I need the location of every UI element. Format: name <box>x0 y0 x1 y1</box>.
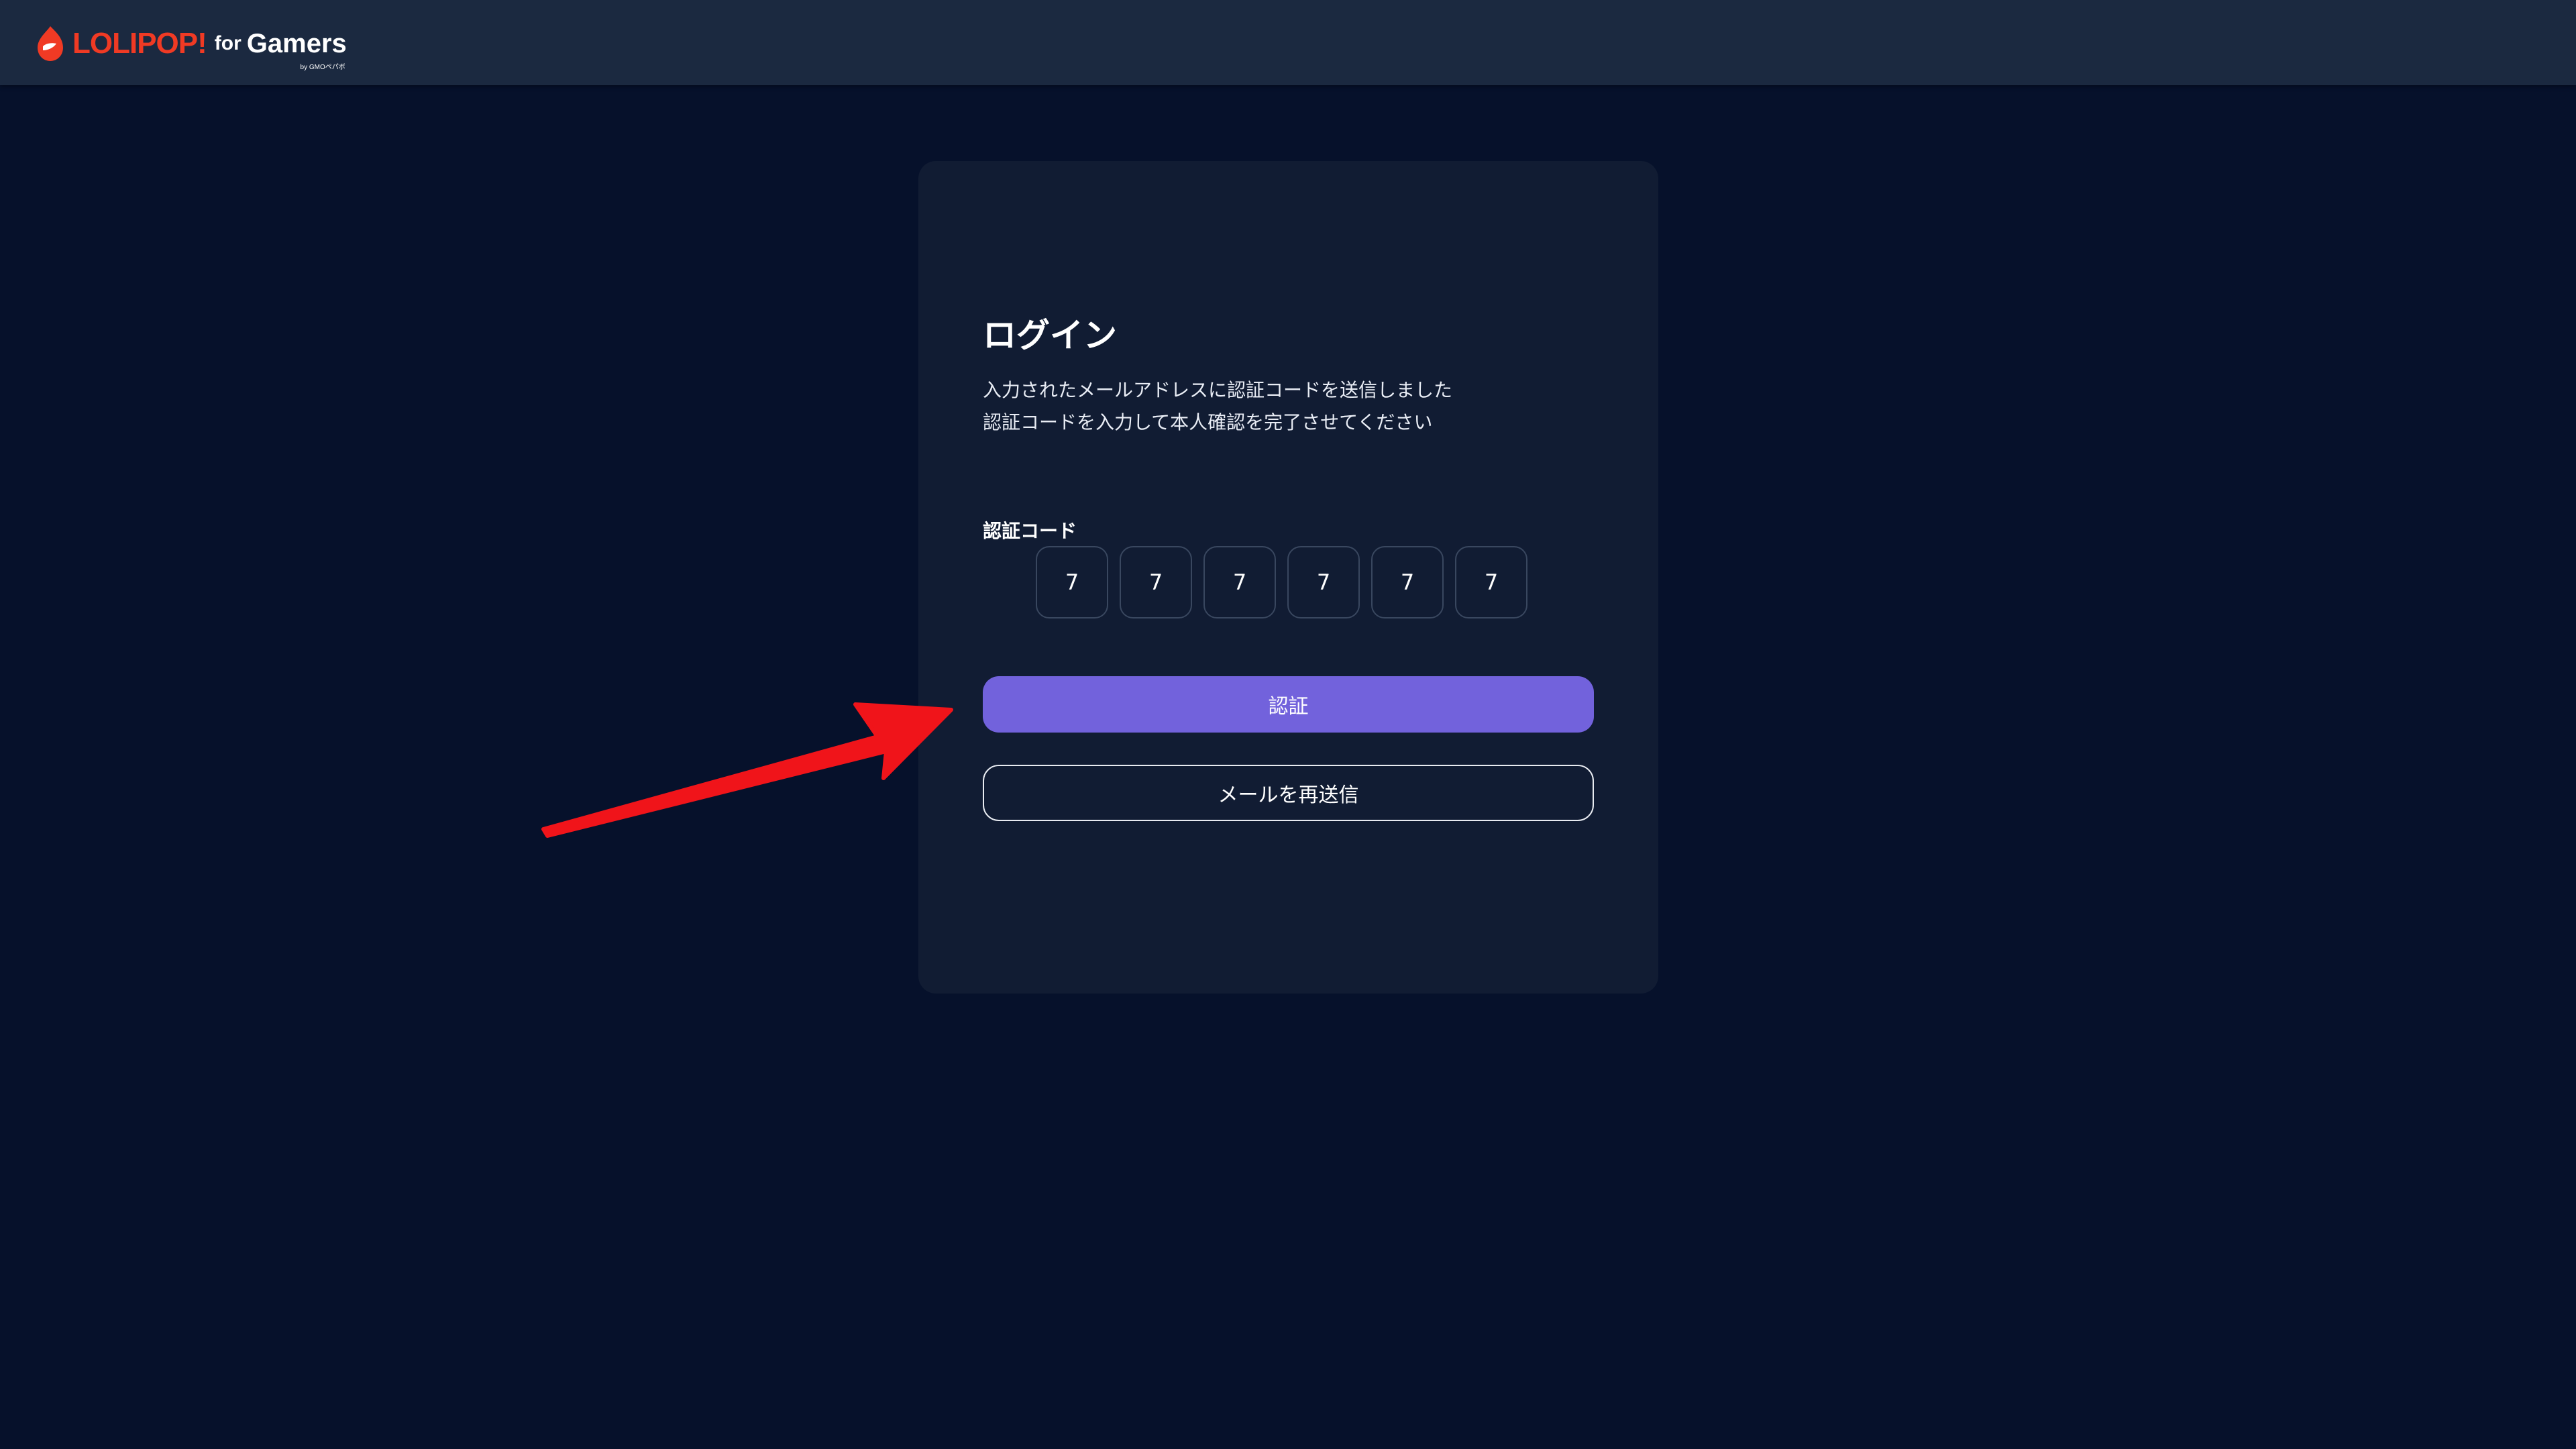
logo-byline-text: by GMOペパボ <box>300 63 345 71</box>
description-line-2: 認証コードを入力して本人確認を完了させてください <box>983 411 1433 433</box>
verification-code-label: 認証コード <box>983 520 1077 542</box>
verification-code-inputs <box>1036 546 1527 619</box>
page-title: ログイン <box>983 316 1117 355</box>
logo-product-wrap: Gamers by GMOペパボ <box>246 28 347 71</box>
top-header: LOLIPOP! for Gamers by GMOペパボ <box>0 0 2576 85</box>
resend-email-button[interactable]: メールを再送信 <box>983 765 1594 821</box>
logo-product-text: Gamers <box>246 28 347 58</box>
logo-for-text: for <box>214 32 241 54</box>
login-card: ログイン 入力されたメールアドレスに認証コードを送信しました 認証コードを入力し… <box>918 161 1658 994</box>
code-digit-3-input[interactable] <box>1203 546 1276 619</box>
code-digit-5-input[interactable] <box>1371 546 1444 619</box>
lolipop-logo-icon <box>38 26 63 61</box>
code-digit-1-input[interactable] <box>1036 546 1108 619</box>
login-description: 入力されたメールアドレスに認証コードを送信しました 認証コードを入力して本人確認… <box>983 374 1452 439</box>
logo-brand-text: LOLIPOP! <box>72 27 207 60</box>
verify-button[interactable]: 認証 <box>983 676 1594 733</box>
code-digit-2-input[interactable] <box>1120 546 1192 619</box>
description-line-1: 入力されたメールアドレスに認証コードを送信しました <box>983 379 1453 401</box>
code-digit-6-input[interactable] <box>1455 546 1527 619</box>
lolipop-for-gamers-logo[interactable]: LOLIPOP! for Gamers by GMOペパボ <box>34 20 347 71</box>
code-digit-4-input[interactable] <box>1287 546 1360 619</box>
